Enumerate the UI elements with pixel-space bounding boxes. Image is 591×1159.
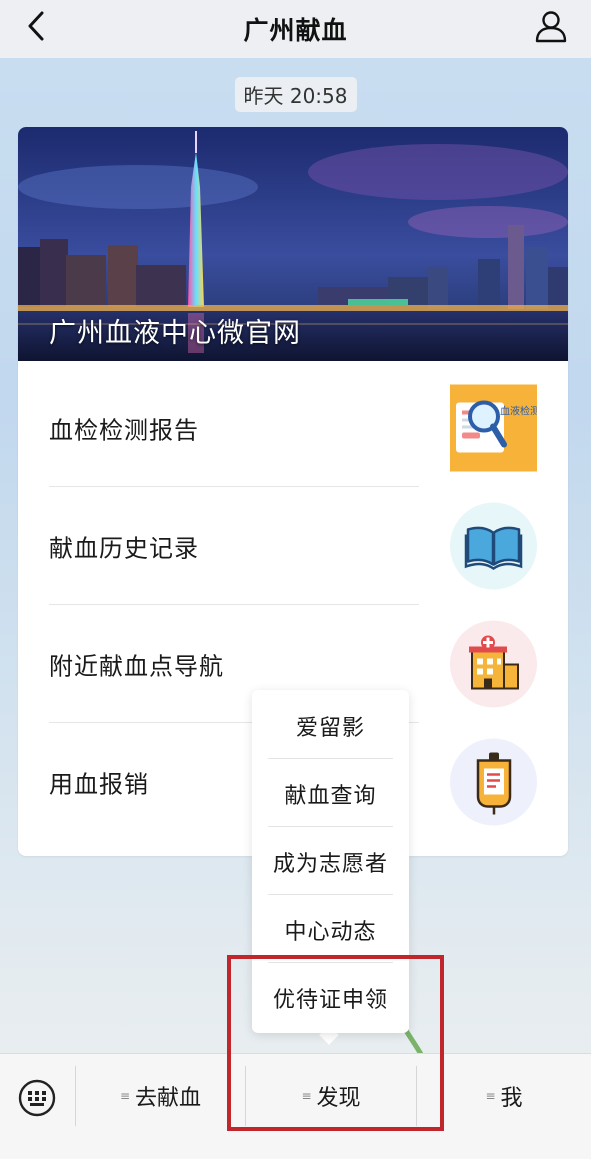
submenu-divider (268, 894, 393, 895)
banner[interactable]: 广州血液中心微官网 (18, 127, 568, 361)
banner-title: 广州血液中心微官网 (49, 318, 301, 349)
blood-bag-icon (450, 738, 537, 826)
profile-button[interactable] (529, 6, 573, 50)
menu-row-donation-history[interactable]: 献血历史记录 (18, 487, 568, 605)
menu-lines-icon: ≡ (485, 1089, 496, 1103)
hospital-icon (450, 620, 537, 708)
svg-text:血液检测: 血液检测 (500, 405, 537, 418)
highlight-box (227, 955, 444, 1131)
submenu-item-center-news[interactable]: 中心动态 (252, 896, 409, 963)
page-title: 广州献血 (243, 16, 348, 45)
submenu-item-donation-query[interactable]: 献血查询 (252, 760, 409, 827)
chevron-left-icon (26, 10, 46, 46)
submenu-divider (268, 826, 393, 827)
row-label: 附近献血点导航 (49, 652, 224, 681)
back-button[interactable] (14, 6, 58, 50)
menu-row-blood-test-report[interactable]: 血检检测报告 血液检测 (18, 369, 568, 487)
submenu-divider (268, 758, 393, 759)
user-icon (534, 9, 568, 47)
submenu-item-ai-liu-ying[interactable]: 爱留影 (252, 692, 409, 759)
message-timestamp: 昨天 20:58 (234, 77, 357, 112)
row-label: 血检检测报告 (49, 416, 199, 445)
submenu-item-become-volunteer[interactable]: 成为志愿者 (252, 828, 409, 895)
row-label: 献血历史记录 (49, 534, 199, 563)
menu-lines-icon: ≡ (119, 1089, 131, 1103)
row-label: 用血报销 (49, 770, 149, 799)
header-bar: 广州献血 (0, 0, 591, 58)
keyboard-toggle-button[interactable] (17, 1078, 57, 1118)
tab-donate-blood[interactable]: ≡ 去献血 (76, 1066, 245, 1126)
tab-label: 我 (500, 1086, 523, 1111)
keyboard-icon (17, 1079, 57, 1122)
blood-test-report-thumb: 血液检测 (450, 384, 540, 472)
tab-label: 去献血 (135, 1086, 202, 1111)
book-icon (450, 502, 537, 590)
